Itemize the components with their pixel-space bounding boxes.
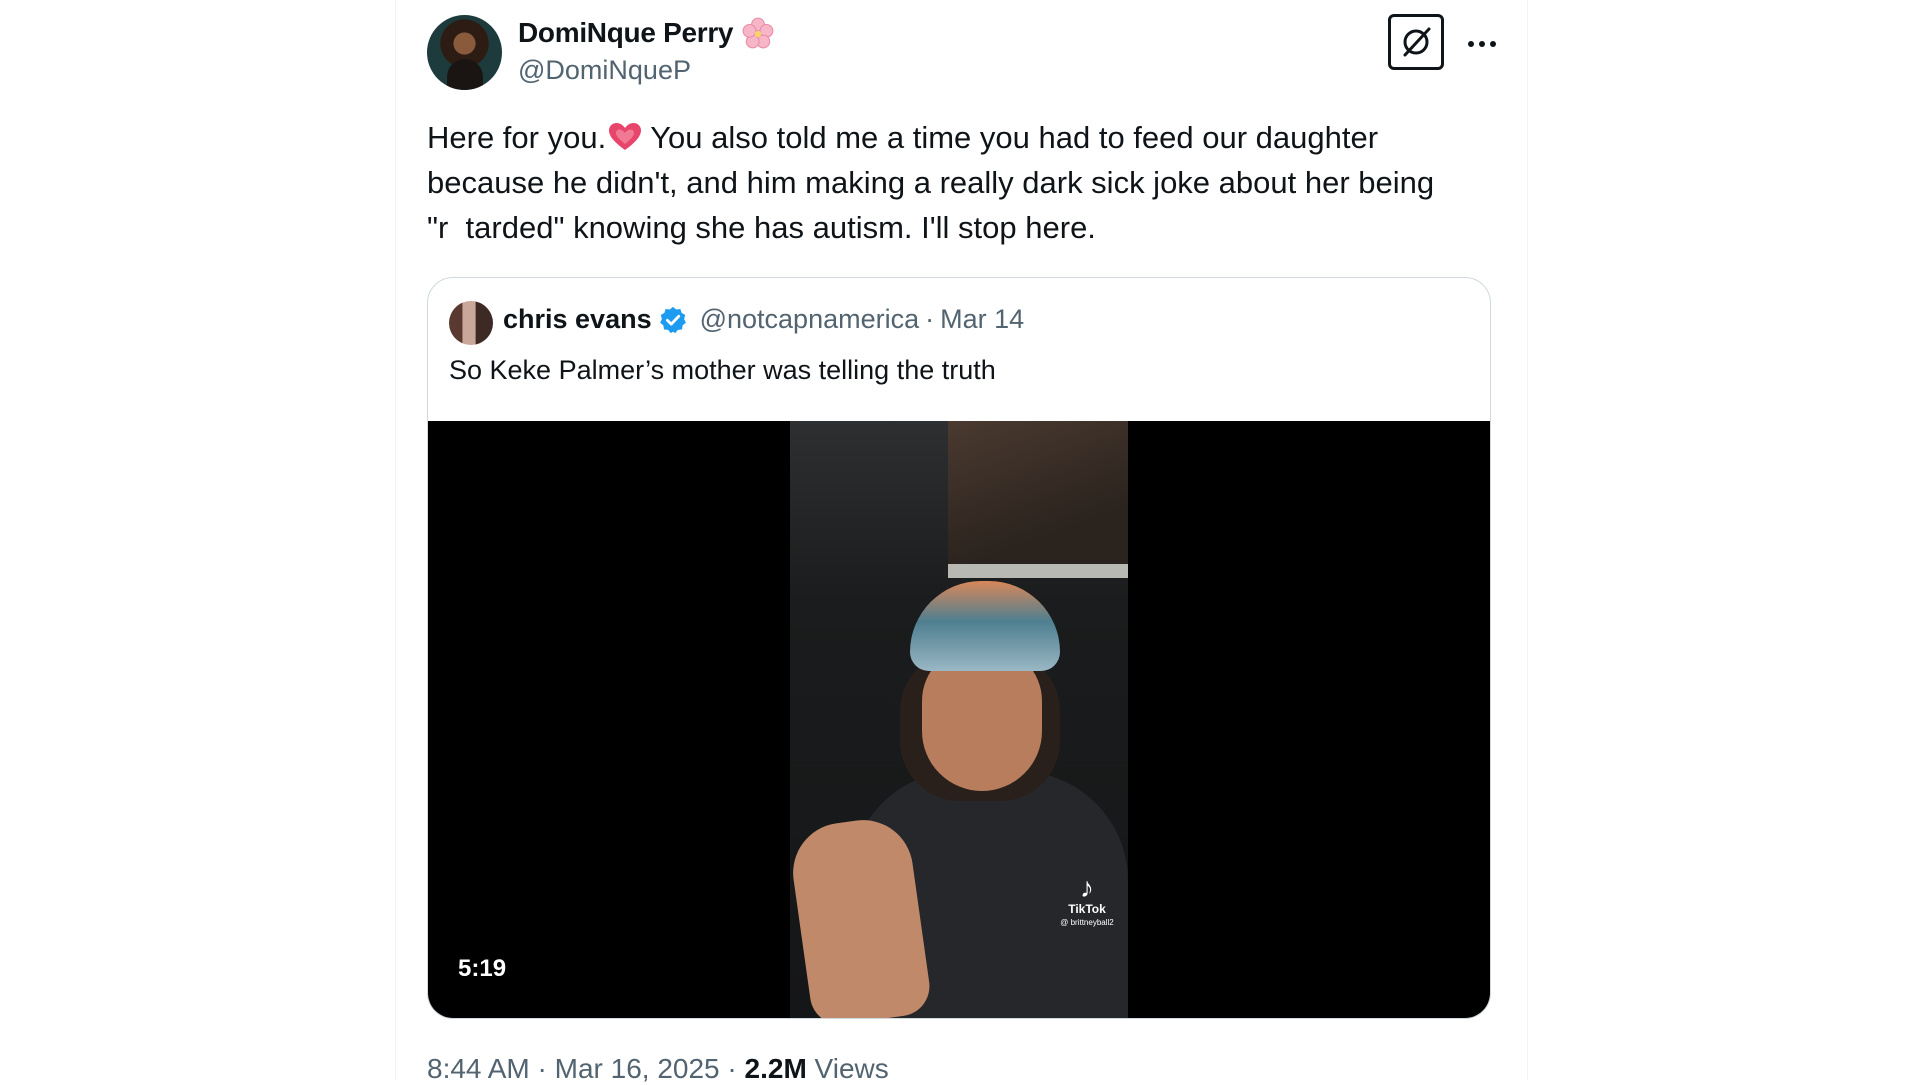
author-avatar[interactable] <box>427 15 502 90</box>
tweet-text-line-3: "r tarded" knowing she has autism. I'll … <box>427 210 1096 245</box>
quote-author-avatar[interactable] <box>449 301 493 345</box>
tiktok-icon: ♪ <box>1080 872 1094 903</box>
cherry-blossom-icon <box>742 17 774 49</box>
quote-author-name[interactable]: chris evans <box>503 304 652 335</box>
video-frame: ♪ TikTok @ brittneyball2 <box>790 421 1128 1018</box>
author-name-row[interactable]: DomiNque Perry <box>518 16 775 50</box>
video-player[interactable]: ♪ TikTok @ brittneyball2 5:19 <box>428 421 1490 1018</box>
quote-author-handle[interactable]: @notcapnamerica <box>700 304 920 335</box>
author-name[interactable]: DomiNque Perry <box>518 17 734 49</box>
views-label: Views <box>814 1053 889 1084</box>
quote-header: chris evans @notcapnamerica · Mar 14 <box>503 304 1024 335</box>
quoted-tweet-card[interactable]: chris evans @notcapnamerica · Mar 14 So … <box>427 277 1491 1019</box>
meta-separator: · <box>537 1053 547 1084</box>
quote-date[interactable]: Mar 14 <box>940 304 1024 335</box>
tweet-text-line-1: Here for you. You also told me a time you… <box>427 115 1507 160</box>
grok-button[interactable] <box>1388 14 1444 70</box>
views-count: 2.2M <box>744 1053 807 1084</box>
video-duration: 5:19 <box>458 955 507 982</box>
verified-badge-icon <box>659 306 686 333</box>
tiktok-watermark-brand: TikTok <box>1068 902 1106 916</box>
heart-icon <box>609 123 642 150</box>
tweet-date[interactable]: Mar 16, 2025 <box>555 1053 720 1084</box>
quote-text: So Keke Palmer’s mother was telling the … <box>449 355 996 385</box>
tiktok-watermark-user: @ brittneyball2 <box>1060 918 1114 927</box>
more-horizontal-icon <box>1468 41 1496 47</box>
grok-slash-icon <box>1403 27 1431 57</box>
tweet-text-line-1-post: You also told me a time you had to feed … <box>650 120 1379 155</box>
tweet-text-line-1-pre: Here for you. <box>427 120 607 155</box>
tweet-text-line-2: because he didn't, and him making a real… <box>427 165 1435 200</box>
meta-separator: · <box>727 1053 737 1084</box>
tweet-meta: 8:44 AM · Mar 16, 2025 · 2.2M Views <box>427 1053 889 1085</box>
author-handle[interactable]: @DomiNqueP <box>518 55 691 86</box>
tweet-text: Here for you. You also told me a time you… <box>427 115 1507 250</box>
quote-separator: · <box>925 304 935 334</box>
tiktok-watermark: ♪ TikTok @ brittneyball2 <box>1052 873 1122 929</box>
tweet-time[interactable]: 8:44 AM <box>427 1053 530 1084</box>
more-options-button[interactable] <box>1462 24 1502 64</box>
